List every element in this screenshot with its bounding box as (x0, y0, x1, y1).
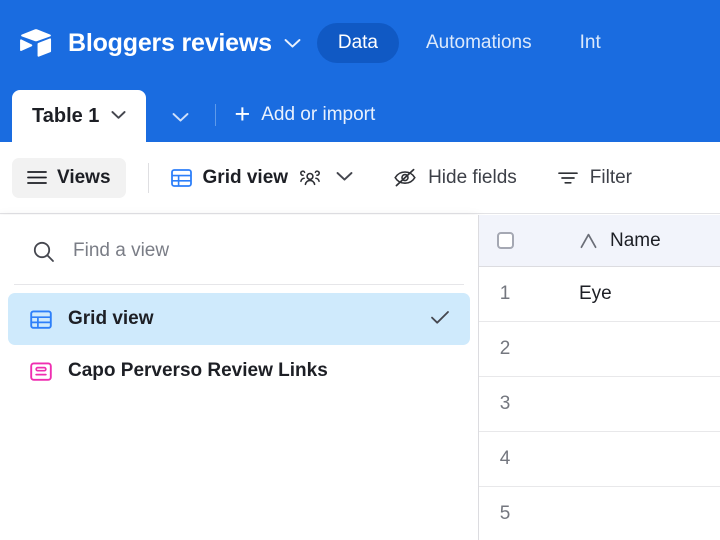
search-icon (32, 240, 55, 263)
table-tab-table-1[interactable]: Table 1 (12, 90, 147, 142)
cell-name[interactable]: Eye (531, 283, 612, 305)
panel-divider (14, 284, 464, 285)
find-a-view-search-row[interactable]: Find a view (0, 221, 478, 281)
select-all-checkbox[interactable] (479, 232, 531, 249)
add-or-import-button[interactable]: + Add or import (234, 101, 375, 128)
airtable-cube-logo-icon[interactable] (18, 25, 54, 61)
table-row[interactable]: 2 (479, 322, 720, 377)
views-button[interactable]: Views (12, 157, 126, 198)
table-tab-chevron-down-icon[interactable] (111, 108, 126, 124)
view-list-item-grid-view[interactable]: Grid view (8, 293, 470, 345)
row-number: 5 (499, 503, 511, 524)
records-grid: Name 1 Eye 2 3 4 5 (478, 215, 720, 540)
plus-icon: + (234, 99, 251, 129)
top-header-bar: Bloggers reviews Data Automations Int (0, 0, 720, 86)
view-config-chevron-down-icon[interactable] (336, 170, 353, 186)
checkbox-unchecked-icon (496, 232, 514, 249)
airtable-base-window: Bloggers reviews Data Automations Int Ta… (0, 0, 720, 540)
filter-funnel-icon (557, 170, 579, 186)
table-tab-strip: Table 1 + Add or import (0, 86, 720, 142)
add-or-import-label: Add or import (261, 103, 376, 125)
table-list-chevron-down-icon[interactable] (172, 109, 189, 126)
view-toolbar: Views Grid view Hide fields Filter (0, 142, 720, 214)
base-title-chevron-down-icon[interactable] (284, 38, 301, 49)
table-row[interactable]: 1 Eye (479, 267, 720, 322)
grid-view-icon (170, 168, 192, 188)
hide-fields-label: Hide fields (428, 166, 517, 188)
view-list-item-label: Grid view (68, 308, 154, 329)
table-row[interactable]: 5 (479, 487, 720, 540)
people-collaborators-icon[interactable] (299, 168, 321, 187)
tab-automations[interactable]: Automations (405, 23, 553, 63)
base-title[interactable]: Bloggers reviews (68, 29, 272, 58)
tabstrip-divider (215, 104, 217, 126)
views-dropdown-panel: Find a view Grid view Capo Perverso Revi… (0, 215, 478, 540)
column-header-label: Name (610, 229, 661, 251)
form-view-icon (30, 361, 52, 382)
grid-header-row: Name (479, 215, 720, 267)
header-nav-tabs: Data Automations Int (316, 23, 622, 63)
row-number: 1 (499, 283, 511, 304)
eye-slash-icon (393, 168, 417, 187)
row-number: 4 (499, 448, 511, 469)
tab-interfaces[interactable]: Int (559, 23, 622, 63)
tab-data[interactable]: Data (316, 23, 399, 63)
table-row[interactable]: 4 (479, 432, 720, 487)
checkmark-icon (430, 310, 450, 328)
grid-view-icon (30, 309, 52, 330)
table-tab-label: Table 1 (32, 104, 100, 127)
current-view-label: Grid view (202, 166, 289, 188)
hamburger-menu-icon (27, 170, 47, 185)
views-button-label: Views (57, 166, 111, 188)
filter-label: Filter (589, 166, 633, 188)
table-row[interactable]: 3 (479, 377, 720, 432)
column-header-name[interactable]: Name (531, 230, 661, 252)
filter-button[interactable]: Filter (557, 167, 632, 189)
view-list-item-label: Capo Perverso Review Links (68, 360, 328, 381)
row-number: 3 (499, 393, 511, 414)
current-view-button[interactable]: Grid view (170, 166, 354, 189)
toolbar-divider (147, 162, 149, 193)
view-list-item-capo-perverso-review-links[interactable]: Capo Perverso Review Links (8, 345, 470, 397)
hide-fields-button[interactable]: Hide fields (393, 167, 517, 189)
text-field-icon (579, 232, 598, 250)
row-number: 2 (499, 338, 511, 359)
find-a-view-input[interactable]: Find a view (73, 240, 169, 262)
